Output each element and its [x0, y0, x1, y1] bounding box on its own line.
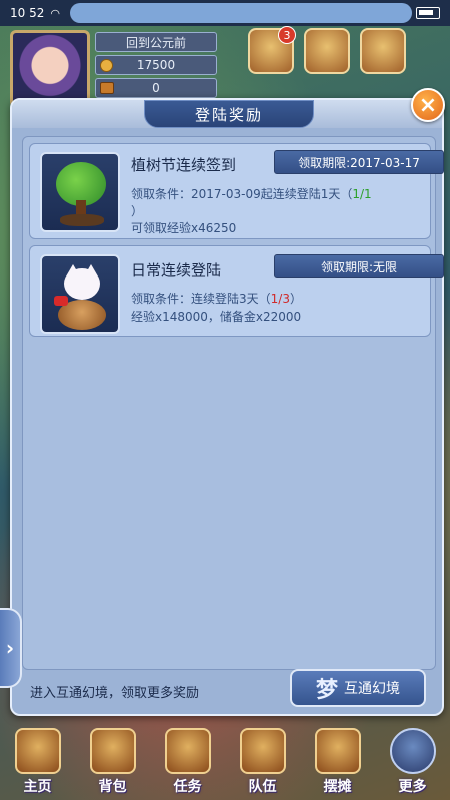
chest-value: 0 [152, 81, 160, 95]
location-text: 回到公元前 [125, 35, 186, 50]
coin-counter: 17500 [95, 55, 217, 75]
gift-icon[interactable] [360, 28, 406, 74]
scroll-icon[interactable]: 3 [248, 26, 296, 74]
dream-icon: 梦 [315, 678, 338, 703]
location-label[interactable]: 回到公元前 [95, 32, 217, 52]
nav-label: 背包 [98, 779, 127, 795]
coin-value: 17500 [136, 58, 176, 72]
nav-label: 任务 [173, 779, 202, 795]
wifi-icon: ◠ [50, 6, 60, 20]
nav-label: 主页 [23, 779, 52, 795]
reward-description: 经验x148000，储备金x22000 [131, 310, 302, 324]
reward-condition-end: ） [131, 204, 144, 218]
reward-name: 日常连续登陆 [131, 261, 222, 279]
footer-hint: 进入互通幻境，领取更多奖励 [30, 686, 200, 701]
reward-deadline: 领取期限:2017-03-17 [274, 150, 444, 174]
top-icon-bar: 3 [228, 26, 450, 90]
treasure-chest-icon[interactable] [304, 28, 350, 74]
chest-icon [100, 82, 114, 94]
bottom-nav: 主页 背包 任务 队伍 摆摊 更多 [0, 722, 450, 800]
login-reward-dialog: 登陆奖励 植树节连续签到 领取期限:2017-03-17 领取条件：2017-0… [10, 98, 444, 716]
more-icon [389, 728, 436, 774]
nav-more[interactable]: 更多 [382, 724, 444, 798]
reward-description: 可领取经验x46250 [131, 221, 237, 235]
notification-badge: 3 [278, 26, 296, 44]
dialog-header: 登陆奖励 [12, 100, 442, 128]
reward-list: 植树节连续签到 领取期限:2017-03-17 领取条件：2017-03-09起… [22, 136, 444, 670]
status-bar: 10 52 ◠ [0, 0, 450, 26]
nav-label: 更多 [398, 779, 427, 795]
quest-icon [164, 728, 211, 774]
stall-icon [314, 728, 361, 774]
battery-icon [416, 7, 440, 19]
notification-pill [70, 3, 412, 23]
tree-icon [40, 152, 120, 232]
nav-label: 队伍 [248, 779, 277, 795]
close-button[interactable]: × [411, 88, 445, 122]
nav-team[interactable]: 队伍 [232, 724, 294, 798]
reward-name: 植树节连续签到 [131, 156, 237, 174]
team-icon [239, 728, 286, 774]
reward-card: 植树节连续签到 领取期限:2017-03-17 领取条件：2017-03-09起… [29, 143, 444, 239]
coin-icon [100, 59, 113, 72]
dialog-title-plate: 登陆奖励 [144, 100, 314, 128]
lucky-cat-icon [40, 254, 120, 334]
nav-label: 摆摊 [323, 779, 352, 795]
nav-stall[interactable]: 摆摊 [307, 724, 369, 798]
reward-progress: 1/1 [352, 187, 372, 201]
reward-deadline: 领取期限:无限 [274, 254, 444, 278]
reward-condition: 领取条件：2017-03-09起连续登陆1天（1/1 [131, 187, 372, 201]
nav-quest[interactable]: 任务 [157, 724, 219, 798]
player-avatar[interactable] [10, 30, 90, 108]
side-expand-tab[interactable]: › [0, 608, 22, 688]
chest-counter: 0 [95, 78, 217, 98]
nav-home[interactable]: 主页 [7, 724, 69, 798]
cross-realm-button[interactable]: 梦 互通幻境 [290, 669, 426, 707]
bag-icon [89, 728, 136, 774]
reward-card: 日常连续登陆 领取期限:无限 领取条件：连续登陆3天（1/3） 经验x14800… [29, 245, 444, 337]
reward-condition: 领取条件：连续登陆3天（1/3） [131, 292, 302, 306]
reward-progress: 1/3 [270, 292, 290, 306]
dialog-title: 登陆奖励 [194, 105, 263, 124]
status-time: 10 52 [10, 6, 45, 20]
nav-bag[interactable]: 背包 [82, 724, 144, 798]
cross-realm-button-label: 互通幻境 [344, 681, 400, 697]
home-icon [14, 728, 61, 774]
